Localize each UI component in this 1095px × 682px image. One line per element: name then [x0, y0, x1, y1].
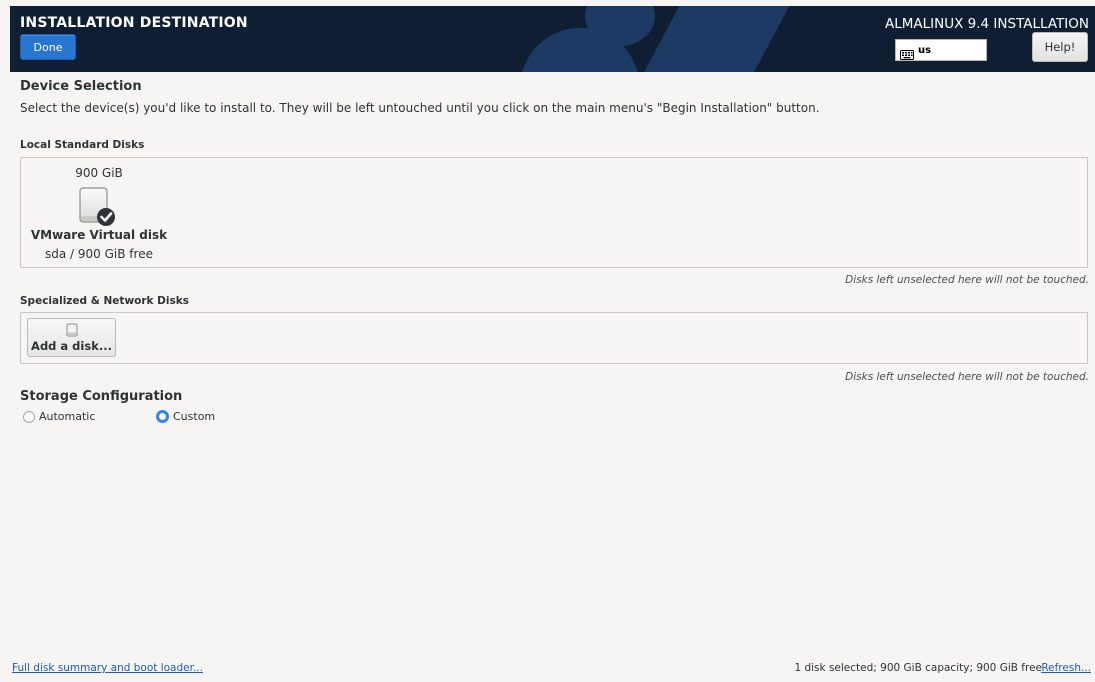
local-disks-note: Disks left unselected here will not be t…	[845, 274, 1089, 286]
help-button[interactable]: Help!	[1032, 32, 1088, 62]
storage-config-title: Storage Configuration	[20, 389, 183, 404]
full-disk-summary-link[interactable]: Full disk summary and boot loader...	[12, 662, 203, 674]
disk-small-icon	[66, 323, 78, 337]
radio-automatic-label: Automatic	[39, 410, 96, 423]
disk-name: VMware Virtual disk	[30, 228, 168, 242]
add-disk-button[interactable]: Add a disk...	[27, 318, 116, 357]
network-disks-note: Disks left unselected here will not be t…	[845, 371, 1089, 383]
local-disks-panel: 900 GiB VMware Virtual disk sda / 900 Gi…	[20, 157, 1088, 268]
radio-custom[interactable]: Custom	[156, 410, 215, 423]
local-disks-title: Local Standard Disks	[20, 139, 145, 151]
hard-disk-checked-icon	[78, 186, 118, 228]
keyboard-icon	[900, 45, 914, 60]
disk-size: 900 GiB	[75, 166, 123, 180]
add-disk-label: Add a disk...	[31, 339, 112, 353]
network-disks-panel: Add a disk...	[20, 312, 1088, 364]
device-selection-description: Select the device(s) you'd like to insta…	[20, 101, 820, 115]
network-disks-title: Specialized & Network Disks	[20, 295, 189, 307]
keyboard-layout-indicator[interactable]: us	[895, 39, 987, 61]
radio-button-selected[interactable]	[156, 410, 169, 423]
device-selection-title: Device Selection	[20, 79, 142, 94]
header-bar: INSTALLATION DESTINATION Done ALMALINUX …	[10, 6, 1095, 72]
disk-selection-status: 1 disk selected; 900 GiB capacity; 900 G…	[794, 662, 1042, 674]
radio-automatic[interactable]: Automatic	[23, 410, 95, 423]
refresh-link[interactable]: Refresh...	[1041, 662, 1091, 674]
disk-sda[interactable]: 900 GiB VMware Virtual disk sda / 900 Gi…	[27, 162, 171, 266]
radio-button[interactable]	[23, 410, 35, 423]
keyboard-layout-label: us	[918, 44, 932, 56]
product-title: ALMALINUX 9.4 INSTALLATION	[885, 16, 1089, 32]
spoke-title: INSTALLATION DESTINATION	[20, 15, 248, 31]
disk-detail: sda / 900 GiB free	[45, 247, 153, 261]
done-button[interactable]: Done	[20, 34, 76, 60]
radio-custom-label: Custom	[173, 410, 216, 423]
